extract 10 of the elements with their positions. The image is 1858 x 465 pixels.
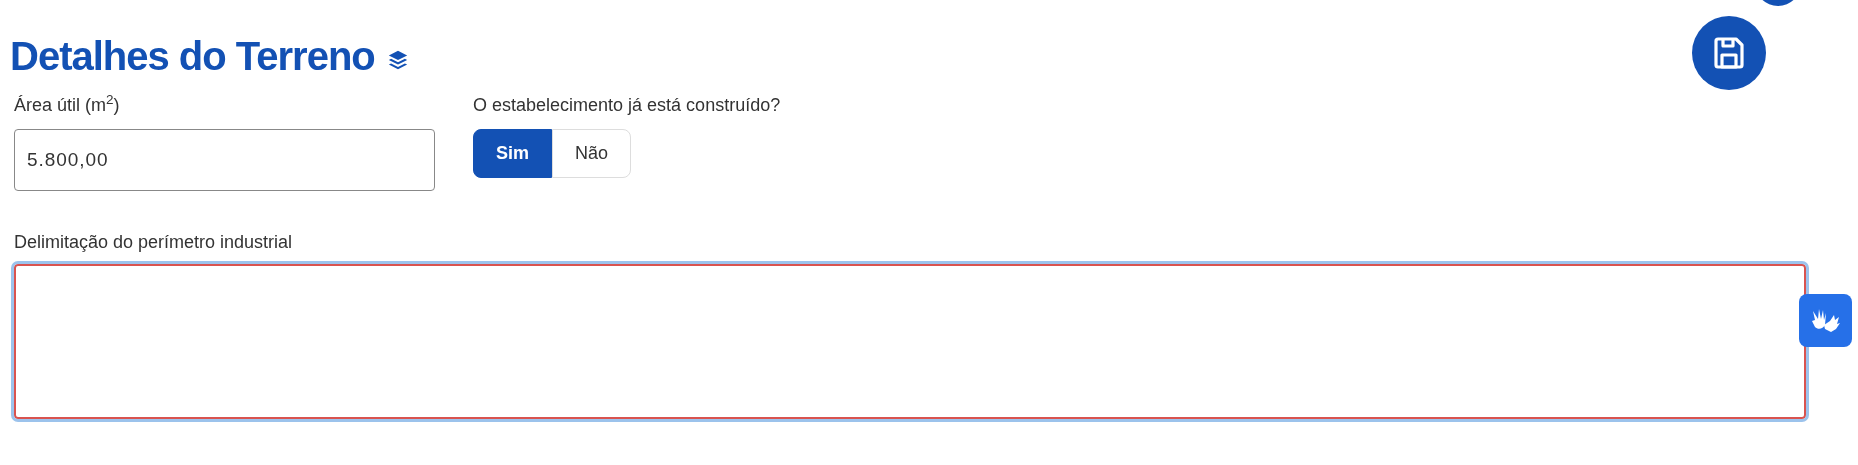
question-label: O estabelecimento já está construído? xyxy=(473,94,781,117)
field-label: Área útil (m$^{2}$) xyxy=(14,92,121,117)
perimeter-text-area[interactable] xyxy=(14,264,1806,419)
layers-icon xyxy=(386,49,409,71)
page-title: Detalhes do Terreno xyxy=(10,33,375,80)
field-label: Delimitação do perímetro industrial xyxy=(14,231,294,254)
area-input-field[interactable]: 5.800,00 xyxy=(14,129,435,191)
toggle-option[interactable]: Sim xyxy=(473,129,552,178)
sign-language-button[interactable] xyxy=(1799,294,1852,347)
toggle-option[interactable]: Não xyxy=(552,129,632,178)
